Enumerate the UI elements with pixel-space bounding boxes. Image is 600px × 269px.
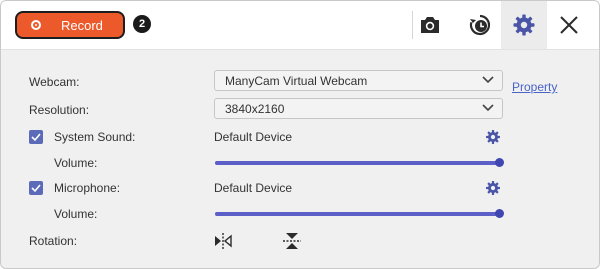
system-sound-label: System Sound: [54, 130, 136, 144]
record-button[interactable]: Record [15, 11, 125, 39]
slider-fill [215, 212, 500, 216]
toolbar: Record 2 [1, 1, 599, 50]
record-icon [31, 20, 41, 30]
checkmark-icon [31, 184, 41, 193]
resolution-value: 3840x2160 [225, 102, 285, 116]
microphone-volume-label: Volume: [54, 207, 98, 221]
microphone-volume-slider[interactable] [215, 209, 504, 219]
property-link[interactable]: Property [512, 80, 557, 94]
system-sound-device: Default Device [214, 130, 293, 144]
chevron-down-icon [482, 76, 494, 84]
system-sound-checkbox[interactable] [29, 130, 43, 144]
settings-panel: Record 2 Webcam: ManyCam Virtual Webcam … [0, 0, 600, 269]
microphone-device: Default Device [214, 181, 293, 195]
microphone-settings-icon[interactable] [485, 180, 501, 196]
settings-button[interactable] [501, 1, 547, 49]
slider-thumb[interactable] [495, 158, 504, 167]
slider-thumb[interactable] [495, 209, 504, 218]
webcam-label: Webcam: [29, 75, 80, 89]
settings-icon [513, 14, 535, 36]
slider-fill [215, 161, 500, 165]
microphone-checkbox[interactable] [29, 181, 43, 195]
record-label: Record [61, 18, 103, 33]
schedule-button[interactable] [457, 1, 503, 49]
checkmark-icon [31, 133, 41, 142]
webcam-value: ManyCam Virtual Webcam [225, 74, 368, 88]
rotation-label: Rotation: [29, 234, 78, 248]
close-icon [560, 16, 578, 34]
chevron-down-icon [482, 104, 494, 112]
flip-horizontal-icon[interactable] [213, 232, 233, 250]
close-button[interactable] [546, 1, 592, 49]
system-sound-settings-icon[interactable] [485, 129, 501, 145]
resolution-select[interactable]: 3840x2160 [214, 98, 503, 119]
flip-vertical-icon[interactable] [282, 232, 302, 250]
system-sound-volume-slider[interactable] [215, 158, 504, 168]
system-sound-volume-label: Volume: [54, 156, 98, 170]
webcam-select[interactable]: ManyCam Virtual Webcam [214, 70, 503, 91]
schedule-icon [469, 14, 491, 36]
microphone-label: Microphone: [54, 181, 121, 195]
resolution-label: Resolution: [29, 103, 90, 117]
screenshot-button[interactable] [407, 1, 453, 49]
step-badge: 2 [133, 15, 151, 33]
camera-icon [421, 17, 439, 33]
